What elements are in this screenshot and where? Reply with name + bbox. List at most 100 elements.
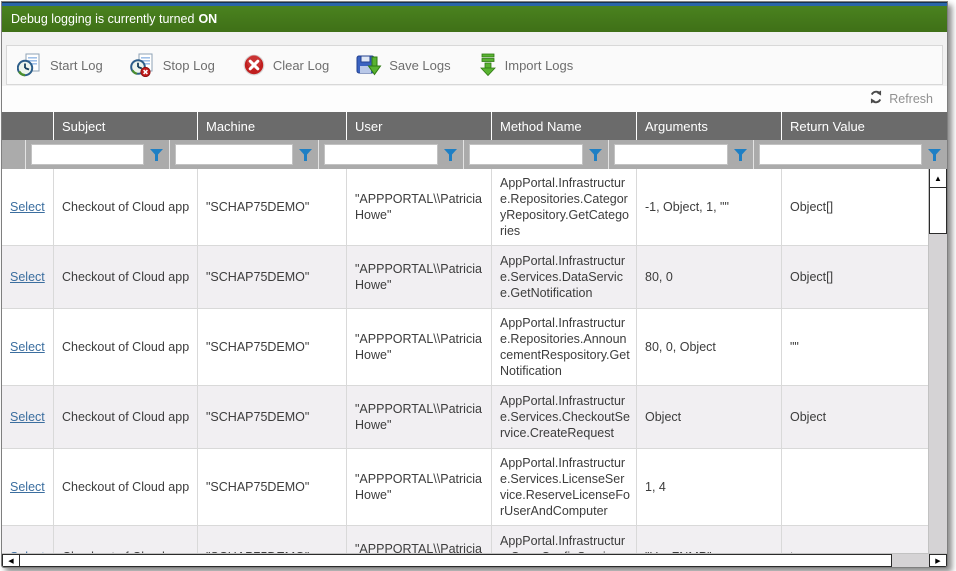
table-row: Select Checkout of Cloud app "SCHAP75DEM… bbox=[2, 309, 928, 386]
grid-rows: Select Checkout of Cloud app "SCHAP75DEM… bbox=[2, 169, 928, 553]
stop-log-button[interactable]: Stop Log bbox=[130, 53, 215, 77]
filter-funnel-icon[interactable] bbox=[444, 149, 457, 161]
arguments-cell: -1, Object, 1, "" bbox=[637, 169, 782, 245]
import-logs-label: Import Logs bbox=[505, 58, 574, 73]
arguments-cell: Object bbox=[637, 386, 782, 448]
column-header-return-value[interactable]: Return Value bbox=[782, 112, 947, 140]
filter-funnel-icon[interactable] bbox=[150, 149, 163, 161]
save-logs-button[interactable]: Save Logs bbox=[356, 53, 450, 77]
return-value-cell: "" bbox=[782, 309, 928, 385]
select-link[interactable]: Select bbox=[10, 549, 45, 554]
stop-log-icon bbox=[130, 53, 156, 77]
table-row: Select Checkout of Cloud app "SCHAP75DEM… bbox=[2, 169, 928, 246]
refresh-button[interactable]: Refresh bbox=[869, 90, 933, 109]
subject-cell: Checkout of Cloud app bbox=[54, 449, 198, 525]
select-link[interactable]: Select bbox=[10, 269, 45, 285]
scroll-right-arrow-icon[interactable]: ▶ bbox=[929, 554, 947, 567]
refresh-label: Refresh bbox=[889, 92, 933, 106]
filter-cell-return-value bbox=[754, 140, 947, 169]
clear-log-label: Clear Log bbox=[273, 58, 329, 73]
filter-funnel-icon[interactable] bbox=[734, 149, 747, 161]
grid-header-row: Subject Machine User Method Name Argumen… bbox=[2, 112, 947, 140]
select-cell: Select bbox=[2, 169, 54, 245]
select-cell: Select bbox=[2, 526, 54, 553]
start-log-button[interactable]: Start Log bbox=[17, 53, 103, 77]
column-header-select bbox=[2, 112, 54, 140]
method-name-cell: AppPortal.Infrastructure.Repositories.Ca… bbox=[492, 169, 637, 245]
import-logs-button[interactable]: Import Logs bbox=[478, 53, 574, 77]
banner-message: Debug logging is currently turned bbox=[11, 12, 194, 26]
select-cell: Select bbox=[2, 309, 54, 385]
column-header-subject[interactable]: Subject bbox=[54, 112, 198, 140]
machine-cell: "SCHAP75DEMO" bbox=[198, 246, 347, 308]
user-cell: "APPPORTAL\\PatriciaHowe" bbox=[347, 386, 492, 448]
log-toolbar: Start Log bbox=[6, 45, 943, 85]
select-link[interactable]: Select bbox=[10, 479, 45, 495]
return-value-cell: Object[] bbox=[782, 246, 928, 308]
select-link[interactable]: Select bbox=[10, 409, 45, 425]
grid-filter-row bbox=[2, 140, 947, 169]
stop-log-label: Stop Log bbox=[163, 58, 215, 73]
filter-input-subject[interactable] bbox=[31, 144, 144, 165]
machine-cell: "SCHAP75DEMO" bbox=[198, 526, 347, 553]
machine-cell: "SCHAP75DEMO" bbox=[198, 309, 347, 385]
subject-cell: Checkout of Cloud app bbox=[54, 309, 198, 385]
subject-cell: Checkout of Cloud app bbox=[54, 386, 198, 448]
select-link[interactable]: Select bbox=[10, 199, 45, 215]
vertical-scrollbar[interactable]: ▲ bbox=[928, 169, 947, 553]
select-cell: Select bbox=[2, 449, 54, 525]
column-header-user[interactable]: User bbox=[347, 112, 492, 140]
refresh-strip: Refresh bbox=[2, 86, 947, 112]
method-name-cell: AppPortal.Infrastructure.Core.ConfigServ… bbox=[492, 526, 637, 553]
filter-cell-select bbox=[2, 140, 26, 169]
method-name-cell: AppPortal.Infrastructure.Services.Licens… bbox=[492, 449, 637, 525]
filter-funnel-icon[interactable] bbox=[589, 149, 602, 161]
return-value-cell bbox=[782, 449, 928, 525]
select-cell: Select bbox=[2, 246, 54, 308]
select-cell: Select bbox=[2, 386, 54, 448]
debug-log-window: Debug logging is currently turned ON bbox=[1, 1, 948, 568]
machine-cell: "SCHAP75DEMO" bbox=[198, 449, 347, 525]
filter-input-arguments[interactable] bbox=[614, 144, 728, 165]
column-header-arguments[interactable]: Arguments bbox=[637, 112, 782, 140]
select-link[interactable]: Select bbox=[10, 339, 45, 355]
user-cell: "APPPORTAL\\PatriciaHowe" bbox=[347, 309, 492, 385]
filter-input-user[interactable] bbox=[324, 144, 438, 165]
column-header-method-name[interactable]: Method Name bbox=[492, 112, 637, 140]
table-row: Select Checkout of Cloud app "SCHAP75DEM… bbox=[2, 449, 928, 526]
return-value-cell: Object[] bbox=[782, 169, 928, 245]
return-value-cell: true bbox=[782, 526, 928, 553]
arguments-cell: 1, 4 bbox=[637, 449, 782, 525]
banner-status: ON bbox=[198, 12, 217, 26]
subject-cell: Checkout of Cloud app bbox=[54, 246, 198, 308]
filter-input-return-value[interactable] bbox=[759, 144, 922, 165]
filter-funnel-icon[interactable] bbox=[299, 149, 312, 161]
import-logs-icon bbox=[478, 53, 498, 77]
scroll-up-arrow-icon[interactable]: ▲ bbox=[929, 169, 947, 188]
arguments-cell: 80, 0, Object bbox=[637, 309, 782, 385]
user-cell: "APPPORTAL\\PatriciaHowe" bbox=[347, 449, 492, 525]
table-row: Select Checkout of Cloud app "SCHAP75DEM… bbox=[2, 246, 928, 309]
filter-cell-method-name bbox=[464, 140, 609, 169]
vertical-scrollbar-thumb[interactable] bbox=[929, 188, 947, 234]
subject-cell: Checkout of Cloud app bbox=[54, 526, 198, 553]
user-cell: "APPPORTAL\\PatriciaHowe" bbox=[347, 526, 492, 553]
save-logs-label: Save Logs bbox=[389, 58, 450, 73]
method-name-cell: AppPortal.Infrastructure.Services.DataSe… bbox=[492, 246, 637, 308]
horizontal-scrollbar-thumb[interactable] bbox=[20, 554, 892, 567]
scroll-left-arrow-icon[interactable]: ◀ bbox=[2, 554, 20, 567]
filter-cell-subject bbox=[26, 140, 170, 169]
clear-log-button[interactable]: Clear Log bbox=[242, 53, 329, 77]
refresh-icon bbox=[869, 90, 883, 109]
filter-funnel-icon[interactable] bbox=[928, 149, 941, 161]
filter-input-machine[interactable] bbox=[175, 144, 293, 165]
horizontal-scrollbar[interactable]: ◀ ▶ bbox=[2, 553, 947, 567]
horizontal-scrollbar-track[interactable] bbox=[892, 554, 929, 567]
filter-input-method-name[interactable] bbox=[469, 144, 583, 165]
subject-cell: Checkout of Cloud app bbox=[54, 169, 198, 245]
arguments-cell: "UseFNMP" bbox=[637, 526, 782, 553]
return-value-cell: Object bbox=[782, 386, 928, 448]
column-header-machine[interactable]: Machine bbox=[198, 112, 347, 140]
toolbar-band: Start Log bbox=[2, 32, 947, 86]
arguments-cell: 80, 0 bbox=[637, 246, 782, 308]
